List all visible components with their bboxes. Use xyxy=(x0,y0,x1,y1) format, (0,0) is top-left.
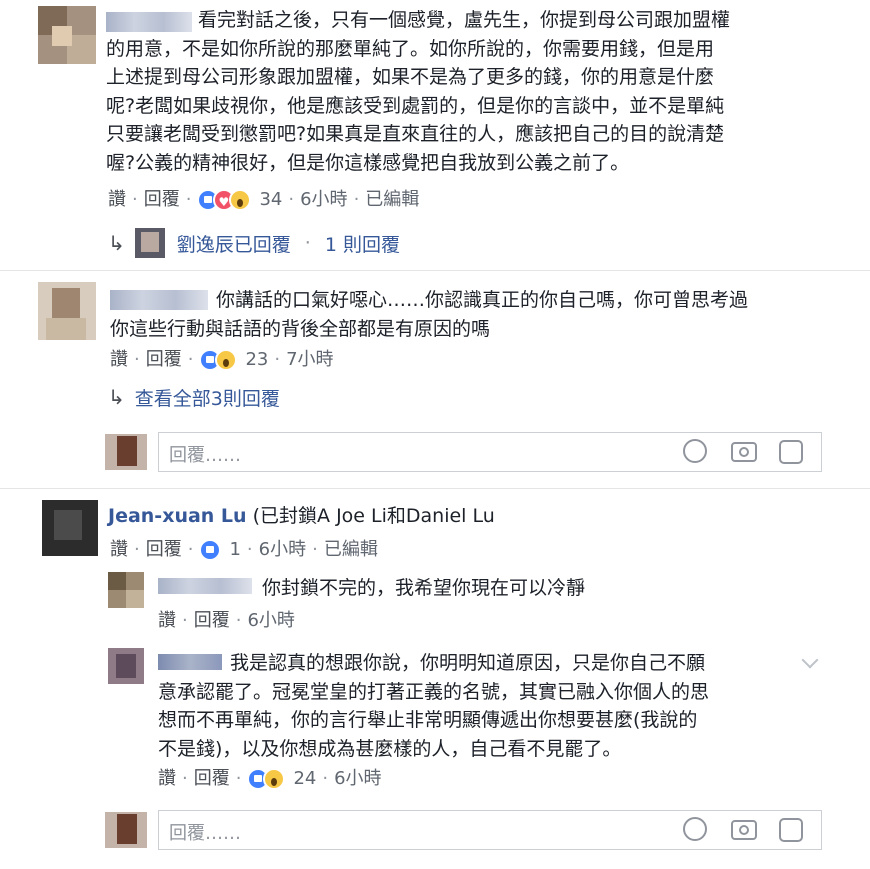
like-button[interactable]: 讚 xyxy=(110,538,128,562)
camera-icon[interactable] xyxy=(731,442,757,462)
sticker-icon[interactable] xyxy=(779,440,803,464)
like-button[interactable]: 讚 xyxy=(158,767,176,791)
wow-reaction-icon xyxy=(263,768,286,790)
smiley-icon[interactable] xyxy=(683,817,707,841)
replies-summary[interactable]: ↳ 劉逸辰已回覆 · 1 則回覆 xyxy=(108,228,400,258)
timestamp[interactable]: 7小時 xyxy=(286,348,333,372)
edited-label[interactable]: 已編輯 xyxy=(324,538,378,562)
reply-placeholder: 回覆…… xyxy=(169,823,241,844)
comment-1-text: 看完對話之後，只有一個感覺，盧先生，你提到母公司跟加盟權 的用意，不是如你所說的… xyxy=(106,9,731,174)
reply-input[interactable]: 回覆…… xyxy=(158,810,822,850)
reply-input[interactable]: 回覆…… xyxy=(158,432,822,472)
author-name[interactable]: Jean-xuan Lu xyxy=(108,505,247,527)
comment-3-actions: 讚 · 回覆 · 1 · 6小時 · 已編輯 xyxy=(110,538,378,562)
like-button[interactable]: 讚 xyxy=(110,348,128,372)
divider xyxy=(0,270,870,271)
timestamp[interactable]: 6小時 xyxy=(300,188,347,212)
reply-button[interactable]: 回覆 xyxy=(194,767,230,791)
divider xyxy=(0,488,870,489)
reaction-count[interactable]: 24 xyxy=(293,767,316,791)
view-all-replies-label[interactable]: 查看全部3則回覆 xyxy=(135,384,280,411)
reply-button[interactable]: 回覆 xyxy=(144,188,180,212)
chevron-down-icon[interactable] xyxy=(801,651,819,669)
comment-2-actions: 讚 · 回覆 · 23 · 7小時 xyxy=(110,348,334,372)
view-all-replies[interactable]: ↳ 查看全部3則回覆 xyxy=(108,383,280,411)
like-reaction-icon xyxy=(199,539,222,561)
reaction-count[interactable]: 34 xyxy=(259,188,282,212)
like-button[interactable]: 讚 xyxy=(108,188,126,212)
reply-1-actions: 讚 · 回覆 · 6小時 xyxy=(158,609,295,633)
comment-1-actions: 讚 · 回覆 · 34 · 6小時 · 已編輯 xyxy=(108,188,419,214)
camera-icon[interactable] xyxy=(731,820,757,840)
reply-button[interactable]: 回覆 xyxy=(146,538,182,562)
timestamp[interactable]: 6小時 xyxy=(247,609,294,633)
timestamp[interactable]: 6小時 xyxy=(334,767,381,791)
comment-3-body: (已封鎖A Joe Li和Daniel Lu xyxy=(252,505,495,527)
blurred-author-name[interactable] xyxy=(158,578,252,594)
like-button[interactable]: 讚 xyxy=(158,609,176,633)
reactions[interactable] xyxy=(199,539,222,561)
reactions[interactable] xyxy=(197,189,252,214)
wow-reaction-icon xyxy=(229,189,252,211)
avatar[interactable] xyxy=(108,572,144,608)
reply-button[interactable]: 回覆 xyxy=(146,348,182,372)
reactions[interactable] xyxy=(247,768,286,790)
timestamp[interactable]: 6小時 xyxy=(259,538,306,562)
avatar xyxy=(105,812,147,848)
reactions[interactable] xyxy=(199,349,238,371)
reply-2-text: 我是認真的想跟你說，你明明知道原因，只是你自己不願 意承認罷了。冠冕堂皇的打著正… xyxy=(158,652,710,760)
wow-reaction-icon xyxy=(215,349,238,371)
avatar[interactable] xyxy=(38,6,96,64)
sticker-icon[interactable] xyxy=(779,818,803,842)
reply-count[interactable]: 1 則回覆 xyxy=(325,230,400,257)
reply-1-text: 你封鎖不完的，我希望你現在可以冷靜 xyxy=(262,577,586,599)
reply-arrow-icon: ↳ xyxy=(108,385,125,409)
avatar[interactable] xyxy=(108,648,144,684)
avatar[interactable] xyxy=(38,282,96,340)
reaction-count[interactable]: 23 xyxy=(245,348,268,372)
edited-label[interactable]: 已編輯 xyxy=(365,188,419,212)
reply-placeholder: 回覆…… xyxy=(169,445,241,466)
reply-button[interactable]: 回覆 xyxy=(194,609,230,633)
comment-3-text: Jean-xuan Lu (已封鎖A Joe Li和Daniel Lu xyxy=(108,502,838,531)
avatar xyxy=(134,228,165,258)
comment-2-text: 你講話的口氣好噁心……你認識真正的你自己嗎，你可曾思考過 你這些行動與話語的背後… xyxy=(110,289,749,340)
avatar[interactable] xyxy=(42,500,98,556)
reply-arrow-icon: ↳ xyxy=(108,231,125,255)
smiley-icon[interactable] xyxy=(683,439,707,463)
reply-2-actions: 讚 · 回覆 · 24 · 6小時 xyxy=(158,767,382,791)
reaction-count[interactable]: 1 xyxy=(229,538,240,562)
replier-name[interactable]: 劉逸辰已回覆 xyxy=(177,230,291,257)
avatar xyxy=(105,434,147,470)
